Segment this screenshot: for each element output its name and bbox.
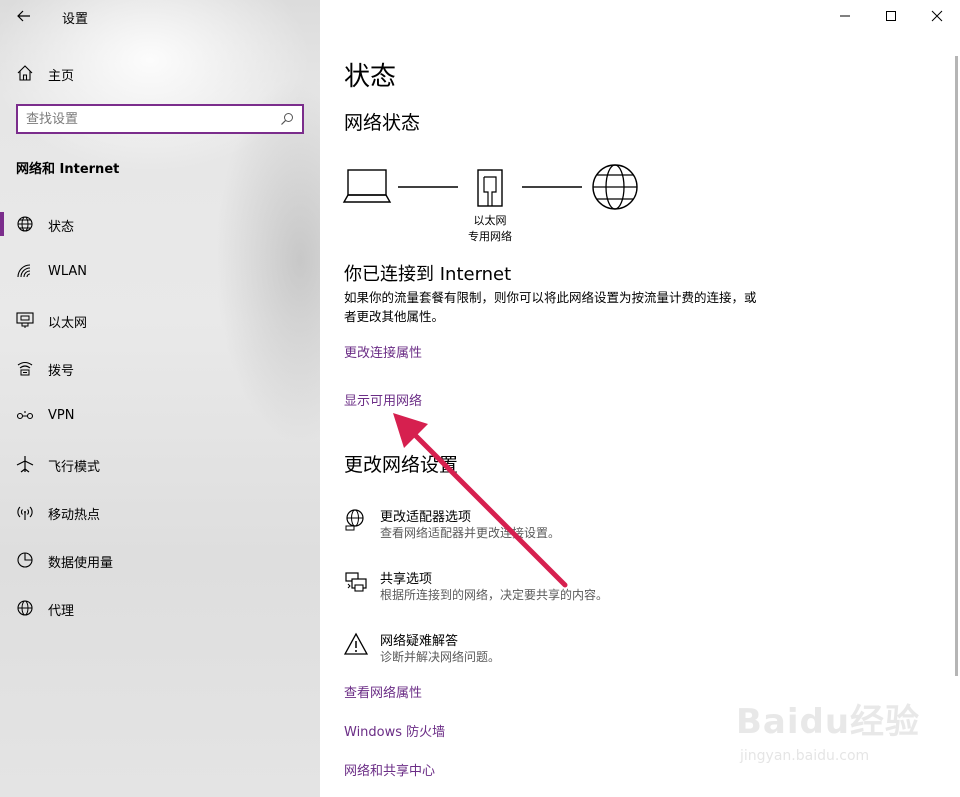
sidebar-item-label: WLAN <box>48 264 88 279</box>
watermark-url: jingyan.baidu.com <box>740 748 870 764</box>
sidebar-item-label: 拨号 <box>48 364 75 379</box>
baidu-watermark: Baidu经验 jingyan.baidu.com <box>736 690 946 780</box>
close-button[interactable] <box>914 0 960 32</box>
sidebar-item-label: 数据使用量 <box>48 556 114 571</box>
option-sharing[interactable]: 共享选项 根据所连接到的网络，决定要共享的内容。 <box>344 568 744 612</box>
option-title: 共享选项 <box>380 572 433 587</box>
adapter-type-label: 以太网 <box>473 214 507 227</box>
connected-description: 如果你的流量套餐有限制，则你可以将此网络设置为按流量计费的连接，或者更改其他属性… <box>344 290 757 324</box>
sidebar-item-label: 以太网 <box>48 316 88 331</box>
network-diagram: 以太网 专用网络 <box>342 160 652 250</box>
sidebar-item-airplane[interactable]: 飞行模式 <box>0 440 320 488</box>
app-title: 设置 <box>62 12 89 27</box>
data-usage-icon <box>17 552 33 568</box>
hotspot-icon <box>17 506 33 520</box>
view-network-properties-link[interactable]: 查看网络属性 <box>344 682 422 701</box>
sidebar-item-label: 飞行模式 <box>48 460 101 475</box>
option-adapter[interactable]: 更改适配器选项 查看网络适配器并更改连接设置。 <box>344 506 744 550</box>
warning-icon <box>344 632 368 655</box>
page-title: 状态 <box>344 62 397 92</box>
network-sharing-center-link[interactable]: 网络和共享中心 <box>344 760 435 779</box>
change-connection-properties-link[interactable]: 更改连接属性 <box>344 342 422 361</box>
option-subtitle: 根据所连接到的网络，决定要共享的内容。 <box>380 588 609 602</box>
sidebar-item-label: 状态 <box>48 220 75 235</box>
sidebar-item-proxy[interactable]: 代理 <box>0 584 320 632</box>
connected-title: 你已连接到 Internet <box>344 264 512 285</box>
vpn-icon <box>16 411 34 420</box>
sidebar-item-vpn[interactable]: VPN <box>0 392 320 440</box>
proxy-globe-icon <box>17 600 33 616</box>
airplane-icon <box>16 456 34 473</box>
sharing-printer-icon <box>345 572 367 592</box>
sidebar-item-label: 主页 <box>48 69 75 84</box>
option-title: 更改适配器选项 <box>380 510 472 525</box>
internet-globe-icon <box>592 164 638 210</box>
option-subtitle: 查看网络适配器并更改连接设置。 <box>380 526 561 540</box>
sidebar-item-data-usage[interactable]: 数据使用量 <box>0 536 320 584</box>
back-arrow-icon <box>17 10 30 22</box>
search-icon[interactable] <box>280 112 294 126</box>
adapter-label: 以太网 专用网络 <box>450 212 530 244</box>
sidebar-item-wlan[interactable]: WLAN <box>0 248 320 296</box>
minimize-icon <box>840 15 850 17</box>
globe-status-icon <box>17 216 33 232</box>
sidebar-item-ethernet[interactable]: 以太网 <box>0 296 320 344</box>
scrollbar[interactable] <box>955 56 958 676</box>
network-status-heading: 网络状态 <box>344 112 421 134</box>
wifi-icon <box>17 264 31 278</box>
active-indicator <box>0 212 4 236</box>
search-box[interactable] <box>16 104 304 134</box>
option-troubleshoot[interactable]: 网络疑难解答 诊断并解决网络问题。 <box>344 630 744 674</box>
adapter-globe-icon <box>345 509 364 531</box>
maximize-icon <box>886 11 896 21</box>
title-bar: 设置 <box>0 0 320 32</box>
sidebar-item-label: 代理 <box>48 604 75 619</box>
home-icon <box>17 65 33 81</box>
sidebar-item-hotspot[interactable]: 移动热点 <box>0 488 320 536</box>
maximize-button[interactable] <box>868 0 914 32</box>
dialup-icon <box>17 361 33 376</box>
sidebar-item-home[interactable]: 主页 <box>0 58 320 88</box>
sidebar-item-label: VPN <box>48 408 75 423</box>
network-type-label: 专用网络 <box>468 230 512 243</box>
option-title: 网络疑难解答 <box>380 634 459 649</box>
windows-firewall-link[interactable]: Windows 防火墙 <box>344 721 445 740</box>
back-button[interactable] <box>10 4 38 28</box>
minimize-button[interactable] <box>822 0 868 32</box>
ethernet-icon <box>16 312 34 328</box>
sidebar-item-label: 移动热点 <box>48 508 101 523</box>
section-title: 网络和 Internet <box>16 162 120 177</box>
sidebar: 设置 主页 网络和 Internet 状态 WLAN <box>0 0 320 797</box>
sidebar-item-status[interactable]: 状态 <box>0 200 320 248</box>
laptop-icon <box>342 169 392 203</box>
watermark-logo-text: Baidu经验 <box>736 702 921 742</box>
search-input[interactable] <box>26 109 276 129</box>
close-icon <box>931 10 943 22</box>
change-network-settings-heading: 更改网络设置 <box>344 454 459 476</box>
ethernet-adapter-icon <box>477 169 503 207</box>
option-subtitle: 诊断并解决网络问题。 <box>380 650 501 664</box>
main-panel: 状态 网络状态 以太网 专用网络 你已连接到 Internet 如果你的流量套餐… <box>320 0 960 797</box>
show-available-networks-link[interactable]: 显示可用网络 <box>344 390 422 409</box>
sidebar-nav: 状态 WLAN 以太网 拨号 VPN 飞行模式 移动热点 数据使用量 代理 <box>0 200 320 632</box>
sidebar-item-dialup[interactable]: 拨号 <box>0 344 320 392</box>
